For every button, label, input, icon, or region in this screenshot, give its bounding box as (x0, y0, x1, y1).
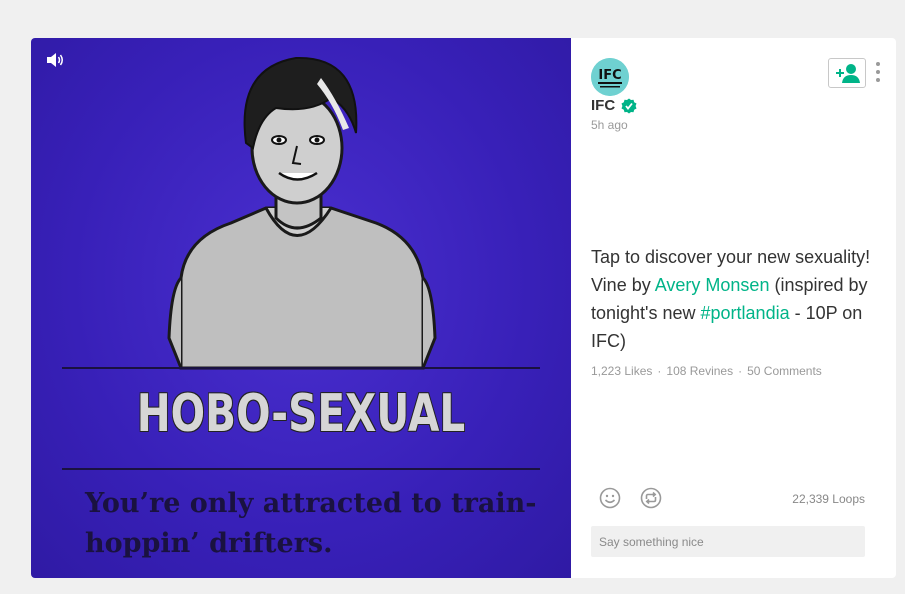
video-subcaption: You’re only attracted to train-hoppin’ d… (85, 488, 537, 559)
author-name[interactable]: IFC (591, 97, 615, 114)
separator-dot: · (657, 364, 662, 378)
post-sidebar: IFC IFC 5h ago Tap to discover your new … (571, 38, 896, 578)
comment-input[interactable] (591, 526, 865, 557)
add-user-icon (836, 64, 860, 83)
smiley-icon[interactable] (599, 487, 621, 509)
video-player[interactable]: HOBO-SEXUAL You’re only attracted to tra… (31, 38, 571, 578)
likes-count[interactable]: 1,223 Likes (591, 364, 652, 378)
revines-count[interactable]: 108 Revines (666, 364, 733, 378)
follow-button[interactable] (828, 58, 866, 88)
verified-badge-icon (621, 98, 637, 114)
avatar[interactable]: IFC (591, 58, 629, 96)
caption-rule-top (62, 367, 540, 369)
revine-icon[interactable] (640, 487, 662, 509)
hashtag-link[interactable]: #portlandia (701, 303, 790, 323)
video-headline: HOBO-SEXUAL (136, 384, 466, 444)
more-vertical-icon[interactable] (874, 62, 882, 86)
comments-count[interactable]: 50 Comments (747, 364, 822, 378)
svg-text:IFC: IFC (598, 68, 621, 83)
caption-rule-bottom (62, 468, 540, 470)
post-card: HOBO-SEXUAL You’re only attracted to tra… (31, 38, 896, 578)
mention-link[interactable]: Avery Monsen (655, 275, 770, 295)
post-stats: 1,223 Likes · 108 Revines · 50 Comments (591, 364, 822, 378)
speaker-icon[interactable] (45, 52, 65, 68)
separator-dot: · (738, 364, 743, 378)
post-description: Tap to discover your new sexuality! Vine… (591, 243, 886, 355)
loops-count: 22,339 Loops (792, 492, 865, 506)
post-time: 5h ago (591, 118, 628, 132)
ifc-logo: IFC (591, 58, 629, 96)
